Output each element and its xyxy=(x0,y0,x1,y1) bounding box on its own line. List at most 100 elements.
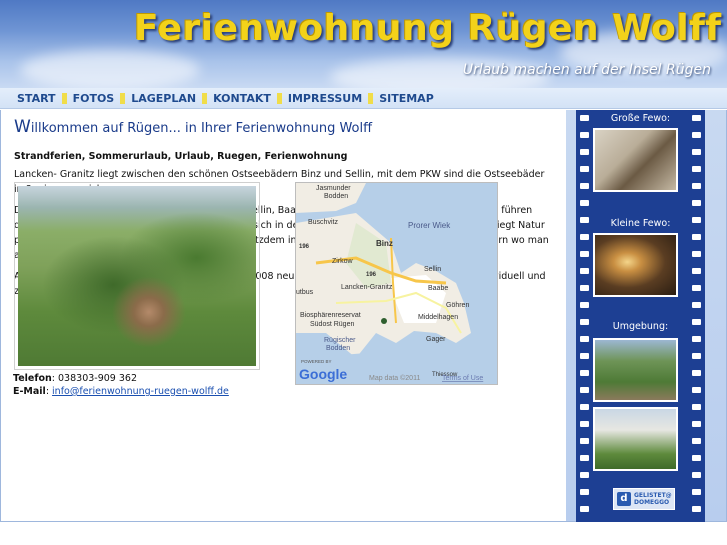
map-label-baabe: Baabe xyxy=(428,285,448,292)
film-sprocket-hole xyxy=(692,132,701,138)
badge-text: GELISTET@ DOMEGGO xyxy=(634,492,672,506)
main-navigation: START FOTOS LAGEPLAN KONTAKT IMPRESSUM S… xyxy=(0,88,727,109)
film-sprocket-hole xyxy=(692,506,701,512)
section-label-grosse-fewo: Große Fewo: xyxy=(610,113,671,124)
film-sprocket-hole xyxy=(692,166,701,172)
film-sprocket-hole xyxy=(580,370,589,376)
nav-separator xyxy=(276,92,282,104)
film-sprocket-hole xyxy=(692,200,701,206)
map-label-bodden: Bodden xyxy=(324,193,348,200)
google-logo: Google xyxy=(299,366,347,382)
film-sprocket-hole xyxy=(692,268,701,274)
film-sprocket-hole xyxy=(692,472,701,478)
site-header: Ferienwohnung Rügen Wolff Urlaub machen … xyxy=(0,0,727,88)
map-label-biosphaerenreservat: Biosphärenreservat xyxy=(300,312,361,319)
film-sprocket-hole xyxy=(580,421,589,427)
film-sprocket-hole xyxy=(692,302,701,308)
map-label-suedost-ruegen: Südost Rügen xyxy=(310,321,354,328)
nav-fotos[interactable]: FOTOS xyxy=(73,92,115,105)
film-sprocket-hole xyxy=(580,336,589,342)
map-label-gager: Gager xyxy=(426,336,446,343)
film-sprocket-hole xyxy=(580,506,589,512)
film-sprocket-hole xyxy=(580,285,589,291)
film-sprocket-hole xyxy=(580,472,589,478)
thumb-umgebung-2[interactable] xyxy=(593,407,678,471)
map-copyright: Map data ©2011 xyxy=(369,374,420,382)
map-label-ruegischer: Rügischer xyxy=(324,337,356,344)
nav-kontakt[interactable]: KONTAKT xyxy=(213,92,271,105)
nav-separator xyxy=(61,92,67,104)
map-powered-by: POWERED BY xyxy=(301,359,332,364)
badge-line-2: DOMEGGO xyxy=(634,499,670,506)
film-sprocket-hole xyxy=(580,149,589,155)
aerial-photo-frame xyxy=(14,182,260,370)
map-label-lancken-granitz: Lancken-Granitz xyxy=(341,284,393,291)
film-sprocket-hole xyxy=(692,251,701,257)
film-sprocket-hole xyxy=(580,166,589,172)
photo-sidebar: Große Fewo: Kleine Fewo: Umgebung: d GEL… xyxy=(566,110,727,522)
map-label-bodden-south: Bodden xyxy=(326,345,350,352)
badge-line-1: GELISTET@ xyxy=(634,492,672,499)
section-label-kleine-fewo: Kleine Fewo: xyxy=(610,218,671,229)
film-sprocket-hole xyxy=(580,387,589,393)
contact-info: Telefon: 038303-909 362 E-Mail: info@fer… xyxy=(13,372,229,398)
thumb-grosse-fewo[interactable] xyxy=(593,128,678,192)
nav-impressum[interactable]: IMPRESSUM xyxy=(288,92,362,105)
badge-d-icon: d xyxy=(617,492,631,506)
film-sprocket-hole xyxy=(692,455,701,461)
map-label-putbus: utbus xyxy=(296,289,314,296)
phone-label: Telefon xyxy=(13,373,52,384)
film-sprocket-hole xyxy=(692,438,701,444)
map-label-middelhagen: Middelhagen xyxy=(418,314,458,321)
heading-text: illkommen auf Rügen... in Ihrer Ferienwo… xyxy=(30,121,373,136)
section-label-umgebung: Umgebung: xyxy=(612,321,669,332)
thumb-kleine-fewo[interactable] xyxy=(593,233,678,297)
email-link[interactable]: info@ferienwohnung-ruegen-wolff.de xyxy=(52,386,229,397)
film-sprocket-hole xyxy=(692,421,701,427)
nav-start[interactable]: START xyxy=(17,92,56,105)
film-sprocket-hole xyxy=(580,268,589,274)
film-sprocket-hole xyxy=(580,302,589,308)
nav-sitemap[interactable]: SITEMAP xyxy=(379,92,434,105)
film-sprocket-hole xyxy=(580,132,589,138)
film-sprocket-hole xyxy=(580,251,589,257)
nav-separator xyxy=(120,92,126,104)
film-sprocket-hole xyxy=(580,200,589,206)
film-sprocket-hole xyxy=(580,455,589,461)
film-sprocket-hole xyxy=(692,285,701,291)
film-sprocket-hole xyxy=(692,183,701,189)
map-label-zirkow: Zirkow xyxy=(332,258,354,265)
film-sprocket-hole xyxy=(580,489,589,495)
film-sprocket-hole xyxy=(580,404,589,410)
map-terms-link[interactable]: Terms of Use xyxy=(442,375,483,382)
site-title: Ferienwohnung Rügen Wolff xyxy=(134,8,722,49)
map-label-prorer-wiek: Prorer Wiek xyxy=(408,221,451,230)
map-label-sellin: Sellin xyxy=(424,266,441,273)
page-heading: Willkommen auf Rügen... in Ihrer Ferienw… xyxy=(14,117,556,137)
map-label-jasmunder: Jasmunder xyxy=(316,185,351,192)
heading-initial: W xyxy=(14,117,31,137)
nav-lageplan[interactable]: LAGEPLAN xyxy=(131,92,196,105)
thumb-umgebung-1[interactable] xyxy=(593,338,678,402)
map-road-196: 196 xyxy=(366,272,377,278)
nav-separator xyxy=(202,92,208,104)
map-label-binz: Binz xyxy=(376,239,393,248)
keywords-line: Strandferien, Sommerurlaub, Urlaub, Rueg… xyxy=(14,151,348,162)
film-sprocket-hole xyxy=(580,183,589,189)
nav-separator xyxy=(368,92,374,104)
film-sprocket-hole xyxy=(692,387,701,393)
film-sprocket-hole xyxy=(692,404,701,410)
film-sprocket-hole xyxy=(692,234,701,240)
gelistete-domeggo-badge[interactable]: d GELISTET@ DOMEGGO xyxy=(613,488,675,510)
film-sprocket-hole xyxy=(692,336,701,342)
film-sprocket-hole xyxy=(692,370,701,376)
film-sprocket-hole xyxy=(580,353,589,359)
map-label-buschvitz: Buschvitz xyxy=(308,219,338,226)
location-map[interactable]: Jasmunder Bodden Buschvitz Prorer Wiek B… xyxy=(295,182,498,385)
film-sprocket-hole xyxy=(580,438,589,444)
map-road-196: 196 xyxy=(299,244,310,250)
site-subtitle: Urlaub machen auf der Insel Rügen xyxy=(462,62,711,78)
email-label: E-Mail xyxy=(13,386,46,397)
film-sprocket-hole xyxy=(692,149,701,155)
phone-number: : 038303-909 362 xyxy=(51,373,137,384)
